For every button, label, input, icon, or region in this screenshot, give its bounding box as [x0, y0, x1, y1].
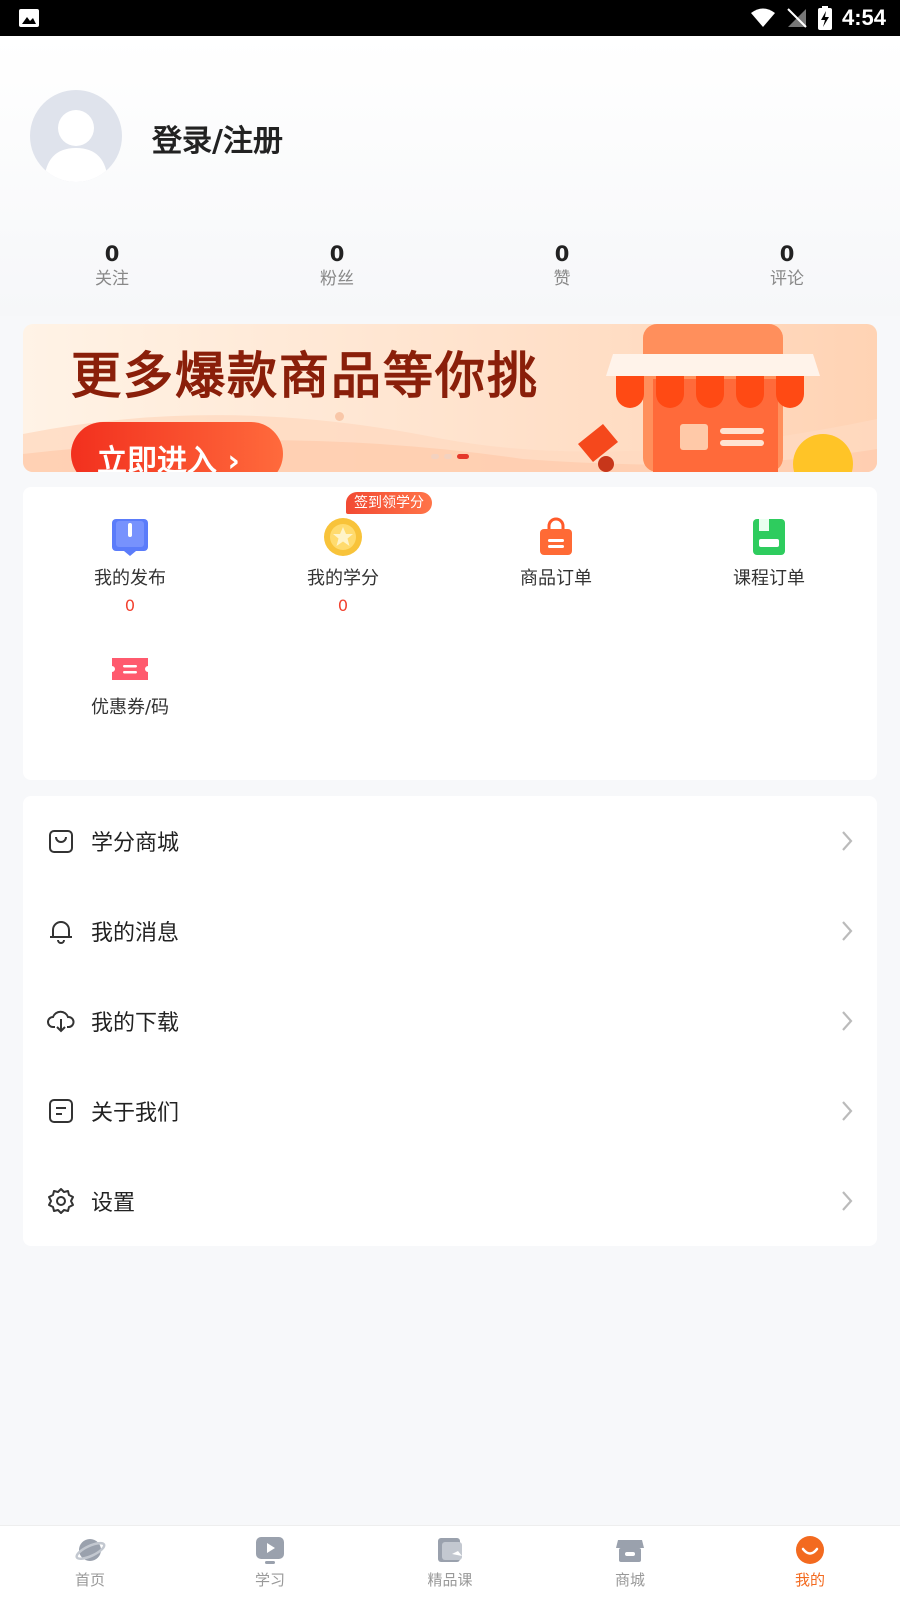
stat-label: 粉丝 [320, 269, 354, 289]
wallet-icon [438, 1538, 462, 1562]
pager-dot-active [457, 454, 469, 459]
stat-label: 赞 [553, 269, 571, 289]
shopping-bag-icon [540, 517, 572, 555]
chevron-right-icon [842, 831, 853, 851]
pager-dot [444, 454, 452, 459]
tab-label: 学习 [254, 1571, 285, 1589]
menu-item-about-us[interactable]: 关于我们 [23, 1066, 877, 1156]
shortcut-label: 课程订单 [733, 568, 805, 589]
shortcut-course-orders[interactable]: 课程订单 [689, 517, 849, 591]
shortcut-coupons[interactable]: 优惠券/码 [50, 652, 210, 720]
tab-study[interactable]: 学习 [220, 1534, 320, 1590]
store-icon [616, 1540, 644, 1562]
stat-comments[interactable]: 0 评论 [727, 241, 847, 291]
coin-icon [324, 518, 362, 556]
settings-menu: 学分商城 我的消息 我的下载 关于我们 设置 [23, 796, 877, 1246]
banner-title: 更多爆款商品等你挑 [71, 347, 539, 405]
profile-header: 登录/注册 0 关注 0 粉丝 0 赞 0 评论 [0, 36, 900, 316]
tab-mine[interactable]: 我的 [760, 1534, 860, 1590]
stat-likes[interactable]: 0 赞 [502, 241, 622, 291]
store-illustration-icon [578, 324, 853, 472]
gear-icon [48, 1188, 74, 1214]
no-signal-icon [787, 8, 807, 28]
banner-pager [431, 454, 469, 459]
stat-label: 关注 [95, 269, 129, 289]
menu-item-credit-mall[interactable]: 学分商城 [23, 796, 877, 886]
tab-label: 首页 [74, 1571, 105, 1589]
wifi-icon [750, 8, 775, 27]
bottom-tab-bar: 首页 学习 精品课 商城 我的 [0, 1525, 900, 1600]
play-icon [256, 1537, 284, 1564]
image-notification-icon [19, 9, 39, 27]
chevron-right-icon [842, 1011, 853, 1031]
menu-label: 学分商城 [91, 831, 180, 856]
chevron-right-icon [842, 1101, 853, 1121]
login-register-link[interactable]: 登录/注册 [152, 116, 283, 160]
shortcut-my-credits[interactable]: 我的学分 0 [263, 517, 423, 617]
stat-following[interactable]: 0 关注 [52, 241, 172, 291]
tab-label: 精品课 [427, 1571, 473, 1589]
stat-value: 0 [104, 242, 120, 266]
coupon-icon [112, 658, 148, 680]
shortcut-count: 0 [124, 596, 136, 615]
status-bar: 4:54 [0, 0, 900, 36]
sign-in-badge[interactable]: 签到领学分 [346, 492, 432, 514]
default-avatar-icon [44, 110, 108, 182]
stat-value: 0 [329, 242, 345, 266]
publish-icon [112, 519, 148, 556]
cloud-download-icon [47, 1010, 75, 1033]
menu-item-downloads[interactable]: 我的下载 [23, 976, 877, 1066]
chevron-right-icon [842, 1191, 853, 1211]
course-order-icon [753, 519, 785, 555]
menu-item-settings[interactable]: 设置 [23, 1156, 877, 1246]
shortcut-grid: 签到领学分 我的发布 0 我的学分 0 商品订单 课程订单 优惠券/码 [23, 487, 877, 780]
pager-dot [431, 454, 439, 459]
document-icon [49, 1099, 73, 1123]
profile-stats: 0 关注 0 粉丝 0 赞 0 评论 [0, 241, 900, 301]
shortcut-label: 我的学分 [307, 568, 379, 589]
stat-fans[interactable]: 0 粉丝 [277, 241, 397, 291]
tab-label: 商城 [614, 1571, 645, 1589]
user-face-icon [796, 1536, 824, 1564]
shopping-bag-outline-icon [49, 830, 73, 853]
shortcut-label: 我的发布 [94, 568, 166, 589]
promo-banner[interactable]: 更多爆款商品等你挑 立即进入 › [23, 324, 877, 472]
stat-label: 评论 [770, 269, 804, 289]
tab-label: 我的 [794, 1571, 825, 1589]
shortcut-product-orders[interactable]: 商品订单 [476, 517, 636, 591]
tab-mall[interactable]: 商城 [580, 1534, 680, 1590]
shortcut-label: 优惠券/码 [90, 697, 170, 718]
bell-icon [50, 921, 72, 944]
menu-label: 我的下载 [91, 1011, 180, 1036]
chevron-right-icon [842, 921, 853, 941]
menu-label: 我的消息 [91, 921, 180, 946]
tab-premium-courses[interactable]: 精品课 [400, 1534, 500, 1590]
stat-value: 0 [779, 242, 795, 266]
menu-label: 设置 [91, 1191, 136, 1216]
battery-charging-icon [817, 6, 832, 30]
shortcut-my-posts[interactable]: 我的发布 0 [50, 517, 210, 617]
banner-decoration [335, 412, 344, 421]
planet-icon [75, 1539, 106, 1561]
status-time: 4:54 [841, 5, 886, 30]
menu-item-messages[interactable]: 我的消息 [23, 886, 877, 976]
menu-label: 关于我们 [91, 1101, 180, 1126]
tab-home[interactable]: 首页 [40, 1534, 140, 1590]
shortcut-label: 商品订单 [520, 568, 592, 589]
avatar[interactable] [30, 90, 122, 182]
banner-enter-button[interactable]: 立即进入 › [71, 422, 283, 472]
shortcut-count: 0 [337, 596, 349, 615]
stat-value: 0 [554, 242, 570, 266]
